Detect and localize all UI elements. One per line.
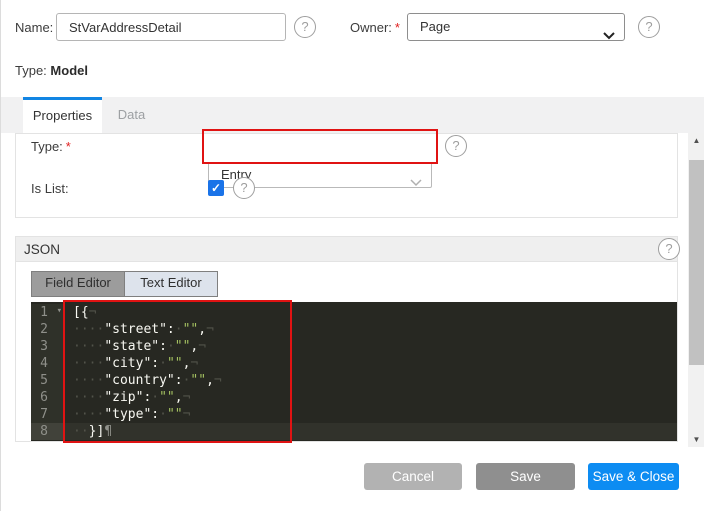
line-number: 2 [31,321,63,338]
owner-help-icon[interactable]: ? [638,16,660,38]
cancel-button[interactable]: Cancel [364,463,462,490]
line-number: 6 [31,389,63,406]
is-list-checkbox[interactable]: ✓ [208,180,224,196]
save-and-close-button[interactable]: Save & Close [588,463,679,490]
line-number: 7 [31,406,63,423]
field-editor-button[interactable]: Field Editor [32,272,125,296]
code-line-text: ··}]¶ [63,423,112,440]
name-label: Name:* [15,20,61,35]
code-line[interactable]: 2····"street":·"",¬ [31,321,677,338]
line-number: 8 [31,423,63,440]
code-lines: 1▾[{¬2····"street":·"",¬3····"state":·""… [31,304,677,440]
vertical-scrollbar[interactable]: ▲ ▼ [688,133,704,447]
editor-view-toggle: Field Editor Text Editor [31,271,218,297]
code-line-text: ····"street":·"",¬ [63,321,214,338]
chevron-down-icon [603,23,615,49]
line-number: 5 [31,372,63,389]
code-line[interactable]: 8··}]¶ [31,423,677,440]
code-line[interactable]: 6····"zip":·"",¬ [31,389,677,406]
type-help-icon[interactable]: ? [445,135,467,157]
code-line[interactable]: 1▾[{¬ [31,304,677,321]
line-number: 4 [31,355,63,372]
scrollbar-thumb[interactable] [689,160,704,365]
tab-properties[interactable]: Properties [23,97,102,133]
line-number: 3 [31,338,63,355]
scroll-down-icon[interactable]: ▼ [688,432,704,447]
is-list-help-icon[interactable]: ? [233,177,255,199]
code-line[interactable]: 7····"type":·""¬ [31,406,677,423]
owner-select[interactable]: Page [407,13,625,41]
tab-data[interactable]: Data [102,97,161,133]
required-asterisk: * [66,139,71,154]
owner-label: Owner:* [350,20,400,35]
is-list-label: Is List: [31,181,69,196]
code-line[interactable]: 5····"country":·"",¬ [31,372,677,389]
text-editor-button[interactable]: Text Editor [125,272,217,296]
code-line-text: ····"zip":·"",¬ [63,389,190,406]
code-editor[interactable]: 1▾[{¬2····"street":·"",¬3····"state":·""… [31,302,677,441]
line-number: 1▾ [31,304,63,321]
required-asterisk: * [395,20,400,35]
scroll-up-icon[interactable]: ▲ [688,133,704,148]
variable-editor-dialog: Name:* ? Owner:* Page ? Type: Model Prop… [0,0,704,511]
code-line-text: ····"country":·"",¬ [63,372,222,389]
json-section-title: JSON [24,242,60,257]
code-line[interactable]: 4····"city":·"",¬ [31,355,677,372]
owner-select-value: Page [420,19,450,34]
type-field-label: Type:* [31,139,71,154]
chevron-down-icon [410,171,422,195]
name-input[interactable] [56,13,286,41]
code-line-text: ····"city":·"",¬ [63,355,198,372]
code-line-text: ····"state":·"",¬ [63,338,206,355]
json-section-header [16,237,677,262]
fold-arrow-icon[interactable]: ▾ [57,303,62,320]
type-summary: Type: Model [15,63,88,78]
type-summary-value: Model [50,63,88,78]
code-line-text: [{¬ [63,304,96,321]
save-button[interactable]: Save [476,463,575,490]
code-line-text: ····"type":·""¬ [63,406,190,423]
name-help-icon[interactable]: ? [294,16,316,38]
code-line[interactable]: 3····"state":·"",¬ [31,338,677,355]
json-help-icon[interactable]: ? [658,238,680,260]
